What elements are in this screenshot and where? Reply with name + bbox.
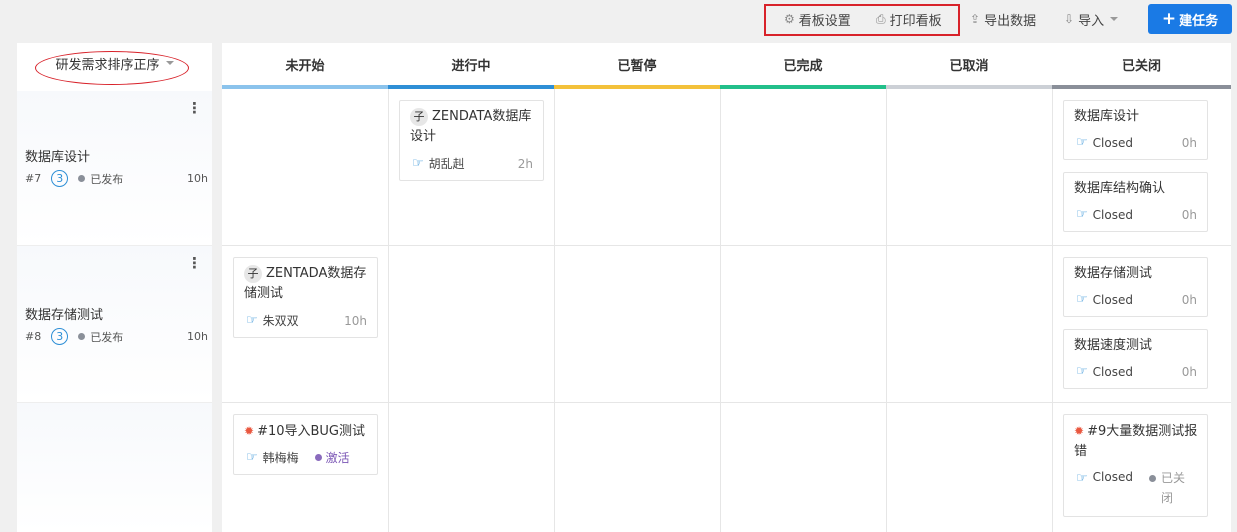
assignee-icon: ☞ — [1076, 471, 1088, 486]
plus-icon: + — [1161, 9, 1177, 29]
lane-header: 研发需求排序正序 — [17, 43, 212, 87]
gear-icon: ⚙ — [784, 12, 795, 26]
more-vertical-icon[interactable]: ⋮ — [187, 99, 202, 117]
bug-icon: ✹ — [244, 424, 255, 438]
print-board-button[interactable]: ⎙ 打印看板 — [876, 4, 942, 34]
card-title: 数据库设计 — [1074, 109, 1140, 124]
card-title: 数据存储测试 — [1074, 266, 1153, 281]
column-header: 未开始 — [222, 43, 388, 89]
priority-badge: 3 — [51, 328, 69, 345]
printer-icon: ⎙ — [876, 11, 886, 26]
export-icon: ⇪ — [970, 12, 981, 26]
column-divider — [886, 89, 887, 532]
row-divider — [222, 402, 1231, 403]
status-dot — [78, 175, 86, 182]
lane-title[interactable]: 数据库设计 — [25, 146, 90, 165]
lane-row: ⋮ 数据库设计 #7 3 已发布 10h — [17, 91, 212, 245]
card-status: 激活 — [325, 451, 350, 465]
import-icon: ⇩ — [1064, 12, 1075, 26]
column-header: 已暂停 — [554, 43, 720, 89]
lane-title[interactable]: 数据存储测试 — [25, 304, 103, 323]
column-divider — [388, 89, 389, 532]
board-settings-button[interactable]: ⚙ 看板设置 — [784, 4, 851, 34]
card-status: 已关闭 — [1160, 471, 1185, 505]
lane-meta: #8 3 已发布 10h — [25, 328, 208, 345]
lane-column: 研发需求排序正序 ⋮ 数据库设计 #7 3 已发布 10h ⋮ 数据存储测试 #… — [17, 43, 212, 532]
card-assignee: Closed — [1092, 207, 1133, 222]
card-title: #10导入BUG测试 — [257, 424, 366, 439]
card-assignee: 韩梅梅 — [262, 451, 299, 465]
column-header: 已完成 — [720, 43, 886, 89]
card-title: ZENTADA数据存储测试 — [244, 266, 367, 301]
card-assignee: 朱双双 — [262, 314, 299, 328]
task-card[interactable]: 数据库结构确认 ☞ Closed 0h — [1063, 172, 1208, 232]
import-dropdown[interactable]: ⇩ 导入 — [1064, 4, 1119, 34]
card-hours: 0h — [1181, 135, 1197, 150]
card-assignee: Closed — [1092, 364, 1133, 379]
task-card[interactable]: 数据速度测试 ☞ Closed 0h — [1063, 329, 1208, 389]
lane-row: ⋮ 数据存储测试 #8 3 已发布 10h — [17, 245, 212, 402]
assignee-icon: ☞ — [1076, 207, 1088, 222]
subtask-badge: 子 — [410, 107, 428, 126]
card-assignee: Closed — [1092, 292, 1133, 307]
card-hours: 2h — [517, 156, 533, 171]
card-hours: 0h — [1181, 207, 1197, 222]
column-header: 已取消 — [886, 43, 1052, 89]
subtask-badge: 子 — [244, 264, 262, 283]
kanban-board: 未开始 进行中 已暂停 已完成 已取消 已关闭 子 ZENDATA数据库设计 ☞ … — [222, 43, 1231, 532]
lane-status: 已发布 — [90, 330, 124, 344]
card-title: #9大量数据测试报错 — [1074, 424, 1198, 459]
card-hours: 10h — [344, 313, 367, 328]
card-assignee: Closed — [1092, 470, 1133, 484]
assignee-icon: ☞ — [1076, 292, 1088, 307]
status-dot — [314, 454, 322, 461]
task-card[interactable]: 数据库设计 ☞ Closed 0h — [1063, 100, 1208, 160]
more-vertical-icon[interactable]: ⋮ — [187, 254, 202, 272]
column-divider — [720, 89, 721, 532]
task-card[interactable]: 数据存储测试 ☞ Closed 0h — [1063, 257, 1208, 317]
assignee-icon: ☞ — [246, 313, 258, 328]
task-card[interactable]: 子 ZENTADA数据存储测试 ☞ 朱双双 10h — [233, 257, 378, 338]
lane-meta: #7 3 已发布 10h — [25, 170, 208, 187]
lane-hours: 10h — [187, 172, 208, 185]
lane-id: #8 — [25, 330, 42, 343]
assignee-icon: ☞ — [1076, 135, 1088, 150]
column-header: 进行中 — [388, 43, 554, 89]
status-dot — [78, 333, 86, 340]
card-title: 数据库结构确认 — [1074, 181, 1166, 196]
bug-icon: ✹ — [1074, 424, 1085, 438]
column-header: 已关闭 — [1052, 43, 1231, 89]
assignee-icon: ☞ — [1076, 364, 1088, 379]
export-data-button[interactable]: ⇪ 导出数据 — [970, 4, 1036, 34]
bug-card[interactable]: ✹ #9大量数据测试报错 ☞ Closed 已关闭 — [1063, 414, 1208, 517]
create-task-button[interactable]: + 建任务 — [1148, 4, 1232, 34]
task-card[interactable]: 子 ZENDATA数据库设计 ☞ 胡乱赳 2h — [399, 100, 544, 181]
chevron-down-icon — [1110, 17, 1119, 21]
card-title: 数据速度测试 — [1074, 338, 1153, 353]
card-assignee: 胡乱赳 — [428, 157, 465, 171]
card-hours: 0h — [1181, 292, 1197, 307]
chevron-down-icon — [165, 61, 174, 65]
lane-status: 已发布 — [90, 172, 124, 186]
priority-badge: 3 — [51, 170, 69, 187]
column-divider — [554, 89, 555, 532]
card-hours: 0h — [1181, 364, 1197, 379]
card-assignee: Closed — [1092, 135, 1133, 150]
status-dot — [1148, 475, 1156, 482]
card-title: ZENDATA数据库设计 — [410, 109, 532, 144]
toolbar: ⚙ 看板设置 ⎙ 打印看板 ⇪ 导出数据 ⇩ 导入 + 建任务 — [0, 0, 1237, 40]
lane-row — [17, 402, 212, 532]
lane-hours: 10h — [187, 330, 208, 343]
lane-sort-dropdown[interactable]: 研发需求排序正序 — [55, 54, 174, 73]
assignee-icon: ☞ — [412, 156, 424, 171]
assignee-icon: ☞ — [246, 450, 258, 465]
bug-card[interactable]: ✹ #10导入BUG测试 ☞ 韩梅梅 激活 — [233, 414, 378, 475]
lane-id: #7 — [25, 172, 42, 185]
row-divider — [222, 245, 1231, 246]
column-divider — [1052, 89, 1053, 532]
